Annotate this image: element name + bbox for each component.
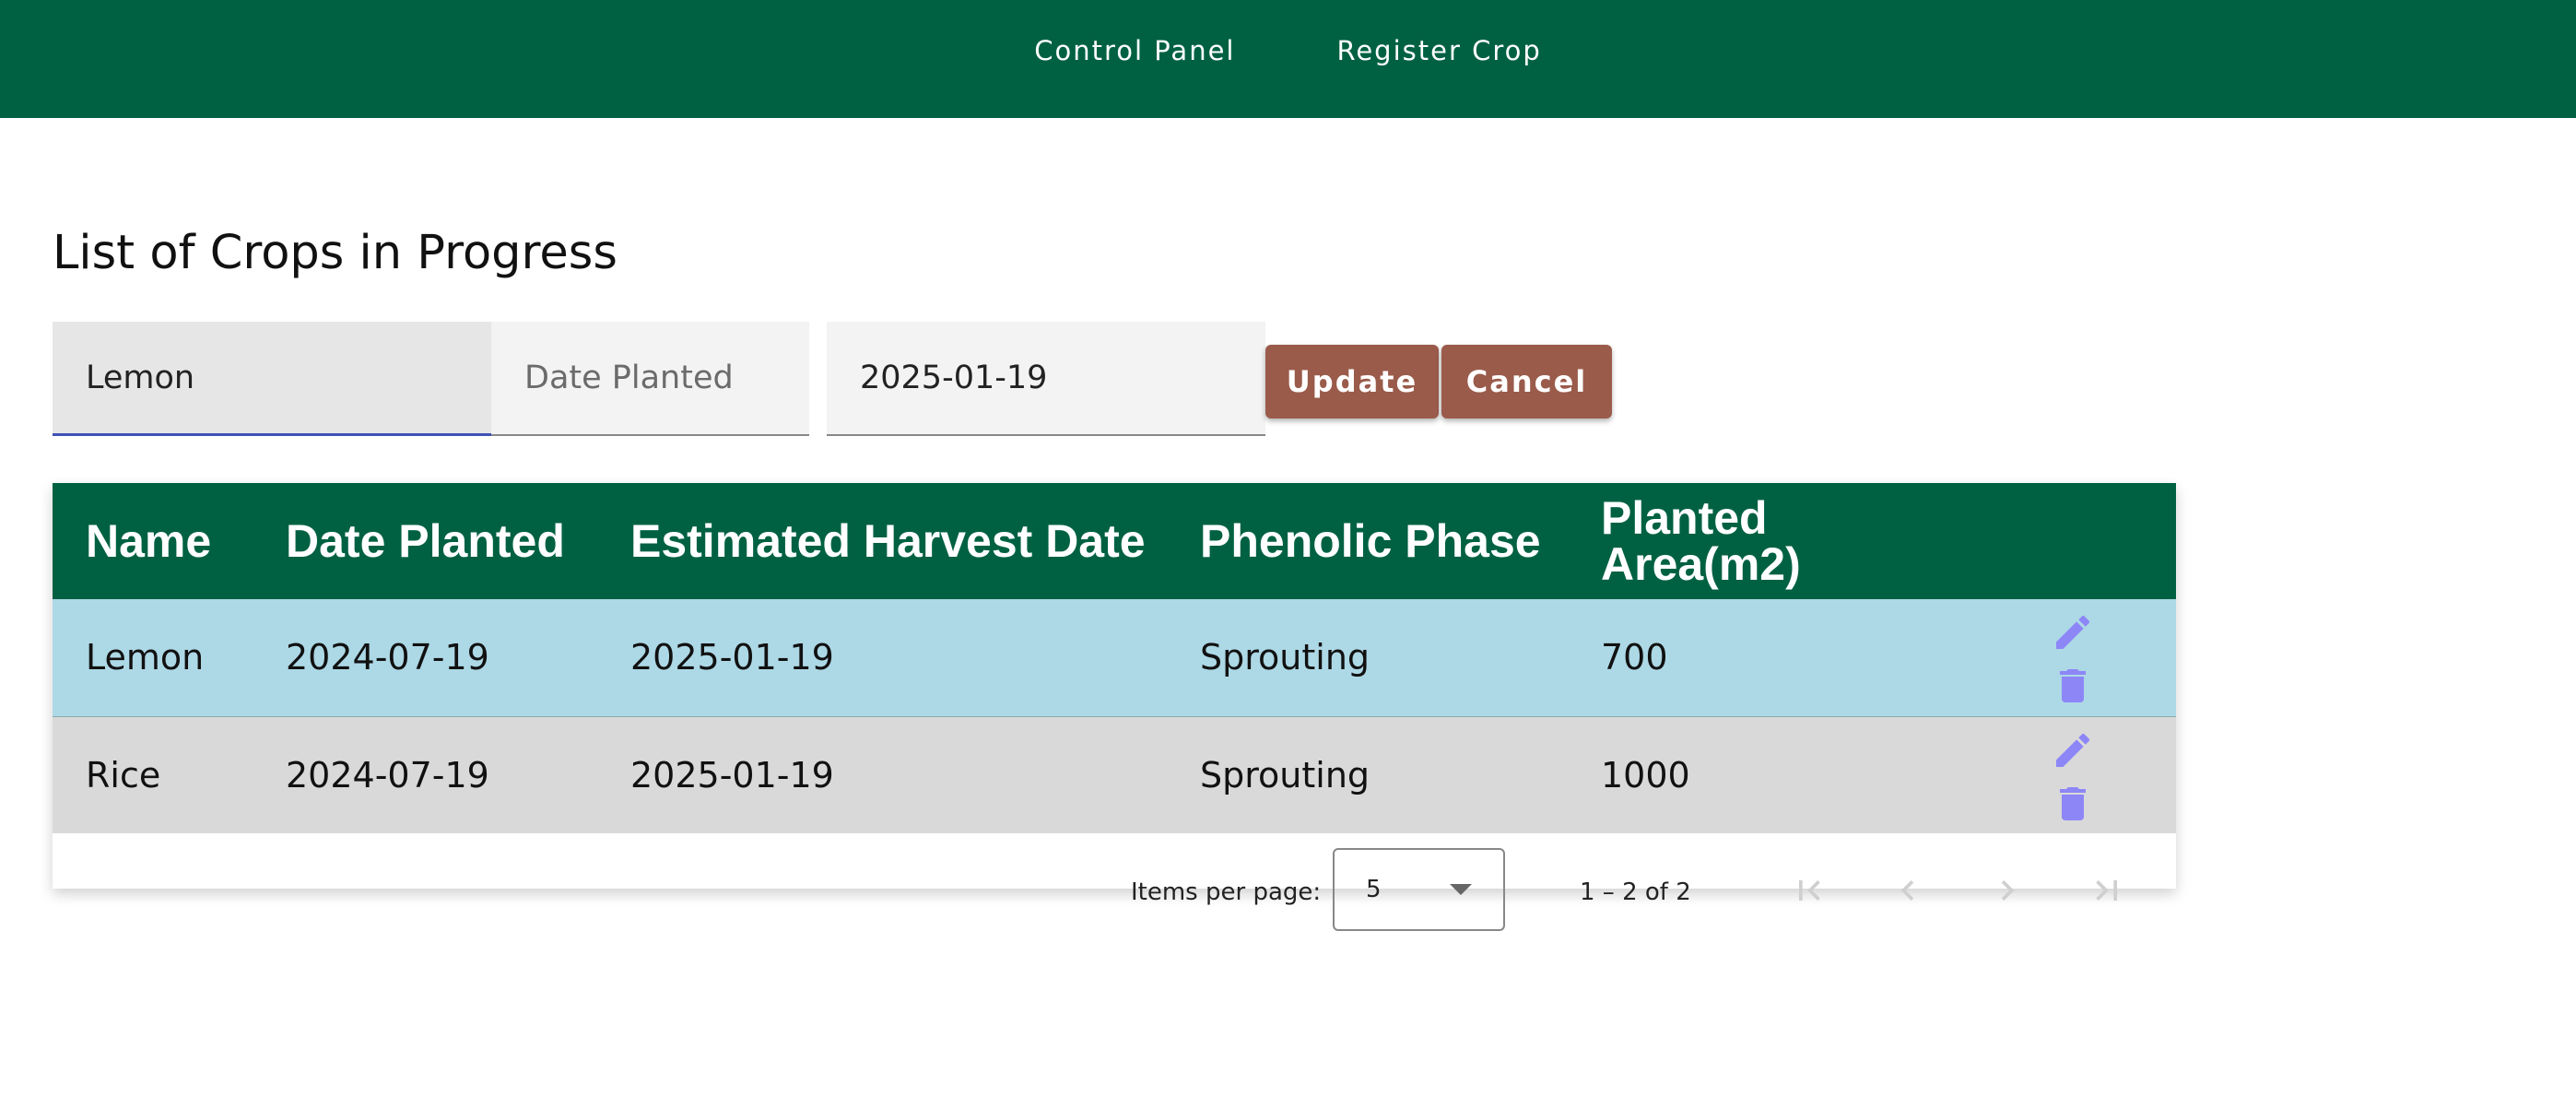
crop-name-input[interactable] [86, 359, 458, 396]
nav-control-panel[interactable]: Control Panel [1034, 35, 1235, 66]
cell-harvest-date: 2025-01-19 [630, 637, 834, 678]
cell-name: Lemon [86, 637, 205, 678]
page-size-value: 5 [1366, 876, 1382, 903]
cell-name: Rice [86, 754, 161, 796]
cancel-button[interactable]: Cancel [1441, 345, 1612, 418]
dropdown-caret-icon [1450, 884, 1472, 895]
pencil-icon[interactable] [2049, 608, 2097, 656]
cell-area: 700 [1601, 637, 1668, 678]
harvest-date-field[interactable] [827, 322, 1265, 436]
table-row[interactable]: Rice 2024-07-19 2025-01-19 Sprouting 100… [53, 716, 2176, 833]
cell-actions [1936, 716, 2176, 833]
nav-register-crop[interactable]: Register Crop [1336, 35, 1541, 66]
crops-table-container: Name Date Planted Estimated Harvest Date… [53, 483, 2176, 889]
update-button[interactable]: Update [1265, 345, 1439, 418]
column-header-name[interactable]: Name [53, 483, 253, 599]
cell-date-planted: 2024-07-19 [286, 754, 489, 796]
cell-harvest-date: 2025-01-19 [630, 754, 834, 796]
cell-date-planted: 2024-07-19 [286, 637, 489, 678]
first-page-icon[interactable] [1783, 865, 1835, 916]
cell-area: 1000 [1601, 754, 1690, 796]
page-title: List of Crops in Progress [53, 226, 618, 280]
previous-page-icon[interactable] [1882, 865, 1934, 916]
next-page-icon[interactable] [1982, 865, 2033, 916]
last-page-icon[interactable] [2081, 865, 2133, 916]
crop-name-field[interactable] [53, 322, 491, 436]
cell-actions [1936, 599, 2176, 716]
trash-icon[interactable] [2049, 780, 2097, 828]
page-size-select[interactable]: 5 [1333, 848, 1505, 931]
column-header-actions [1936, 483, 2176, 599]
date-planted-field[interactable] [491, 322, 809, 436]
column-header-harvest-date[interactable]: Estimated Harvest Date [597, 483, 1167, 599]
harvest-date-input[interactable] [860, 360, 1232, 396]
trash-icon[interactable] [2049, 662, 2097, 710]
column-header-date-planted[interactable]: Date Planted [253, 483, 597, 599]
cell-phase: Sprouting [1200, 637, 1370, 678]
nav-links: Control Panel Register Crop [1034, 35, 1542, 66]
cell-phase: Sprouting [1200, 754, 1370, 796]
table-header-row: Name Date Planted Estimated Harvest Date… [53, 483, 2176, 599]
paginator: Items per page: 5 1 – 2 of 2 [53, 834, 2176, 945]
table-row[interactable]: Lemon 2024-07-19 2025-01-19 Sprouting 70… [53, 599, 2176, 716]
items-per-page-label: Items per page: [1131, 878, 1322, 906]
column-header-planted-area[interactable]: Planted Area(m2) [1568, 483, 1936, 599]
top-navbar: Control Panel Register Crop [0, 0, 2576, 118]
page-range-label: 1 – 2 of 2 [1580, 878, 1691, 906]
date-planted-input[interactable] [524, 360, 776, 396]
crops-table: Name Date Planted Estimated Harvest Date… [53, 483, 2176, 833]
column-header-phenolic-phase[interactable]: Phenolic Phase [1167, 483, 1568, 599]
pencil-icon[interactable] [2049, 726, 2097, 774]
